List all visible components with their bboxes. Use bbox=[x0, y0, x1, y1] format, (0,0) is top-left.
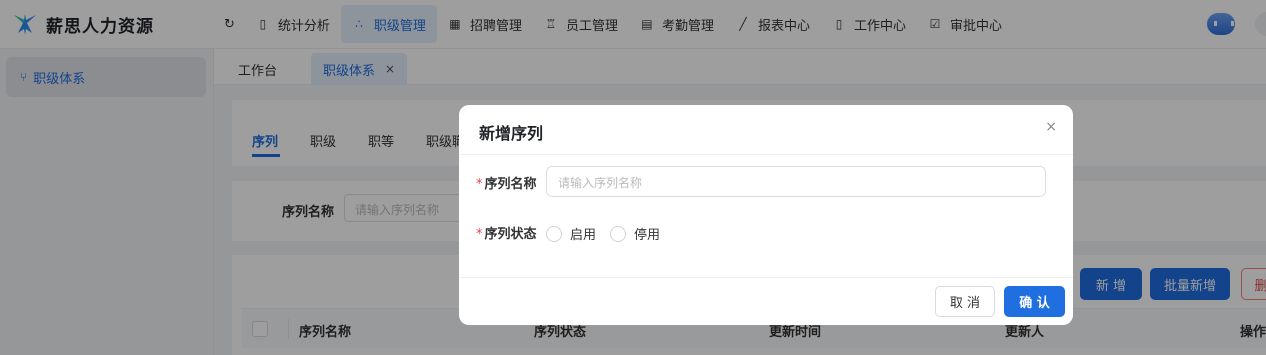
status-radio-disabled[interactable]: 停用 bbox=[610, 224, 660, 243]
cancel-button[interactable]: 取 消 bbox=[935, 286, 995, 317]
sequence-name-label: * 序列名称 bbox=[476, 177, 537, 192]
dialog-header-divider bbox=[459, 154, 1073, 155]
sequence-name-input[interactable]: 请输入序列名称 bbox=[546, 166, 1046, 197]
required-mark: * bbox=[476, 177, 483, 192]
sequence-status-label: * 序列状态 bbox=[476, 227, 537, 242]
radio-circle-icon bbox=[546, 225, 562, 242]
dialog-footer-divider bbox=[459, 277, 1073, 278]
confirm-button[interactable]: 确 认 bbox=[1004, 286, 1065, 317]
add-sequence-dialog: 新增序列 × * 序列名称 请输入序列名称 * 序列状态 启用 停用 取 消 确 认 bbox=[459, 105, 1073, 325]
dialog-title: 新增序列 bbox=[479, 124, 544, 143]
required-mark: * bbox=[476, 227, 483, 242]
radio-label: 停用 bbox=[634, 228, 661, 243]
status-radio-enabled[interactable]: 启用 bbox=[546, 224, 596, 243]
radio-circle-icon bbox=[610, 225, 626, 242]
close-icon[interactable]: × bbox=[1045, 119, 1057, 135]
radio-label: 启用 bbox=[570, 228, 597, 243]
